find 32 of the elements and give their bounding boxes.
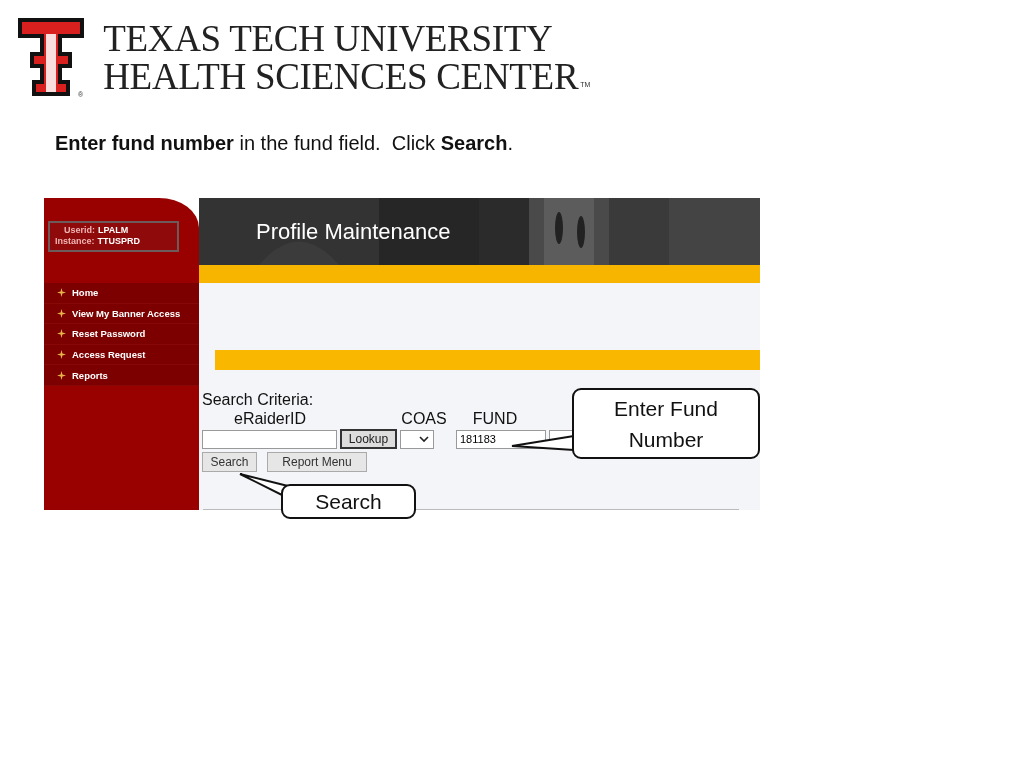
nav-label: Access Request xyxy=(72,349,146,361)
user-info-value: TTUSPRD xyxy=(97,236,140,247)
lookup-button[interactable]: Lookup xyxy=(340,429,397,449)
caret-icon xyxy=(419,435,429,443)
callout-bubble: Search xyxy=(281,484,416,519)
callout-bubble: Enter Fund Number xyxy=(572,388,760,459)
field-label: FUND xyxy=(471,410,519,428)
user-info-label: Instance: xyxy=(55,236,95,247)
nav-label: Home xyxy=(72,287,99,299)
section-heading: Search Criteria: xyxy=(202,391,314,409)
instruction-text: Enter fund number in the fund field. Click Search. xyxy=(55,132,514,155)
university-name: HEALTH SCIENCES CENTER xyxy=(103,58,579,96)
callout-pointer xyxy=(512,434,574,452)
page-title: Profile Maintenance xyxy=(256,218,451,245)
nav-label: View My Banner Access xyxy=(72,307,181,319)
report-menu-button[interactable]: Report Menu xyxy=(267,452,367,472)
nav-link[interactable]: Access Request xyxy=(44,344,199,366)
sparkle-icon xyxy=(57,329,66,339)
nav-link[interactable]: Reports xyxy=(44,365,199,386)
user-info-value: LPALM xyxy=(98,225,129,236)
nav-link[interactable]: Reset Password xyxy=(44,324,199,345)
field-label: eRaiderID xyxy=(233,410,307,428)
user-info-label: Userid: xyxy=(63,225,95,236)
nav-label: Reset Password xyxy=(72,328,146,340)
nav-label: Reports xyxy=(72,369,108,381)
nav-link[interactable]: View My Banner Access xyxy=(44,303,199,325)
field-label: COAS xyxy=(400,410,448,428)
eraiderid-input[interactable] xyxy=(202,429,337,449)
search-button[interactable]: Search xyxy=(202,452,257,472)
coas-select[interactable] xyxy=(400,429,434,449)
university-name: TEXAS TECH UNIVERSITY xyxy=(103,20,554,58)
nav-link[interactable]: Home xyxy=(44,283,199,304)
